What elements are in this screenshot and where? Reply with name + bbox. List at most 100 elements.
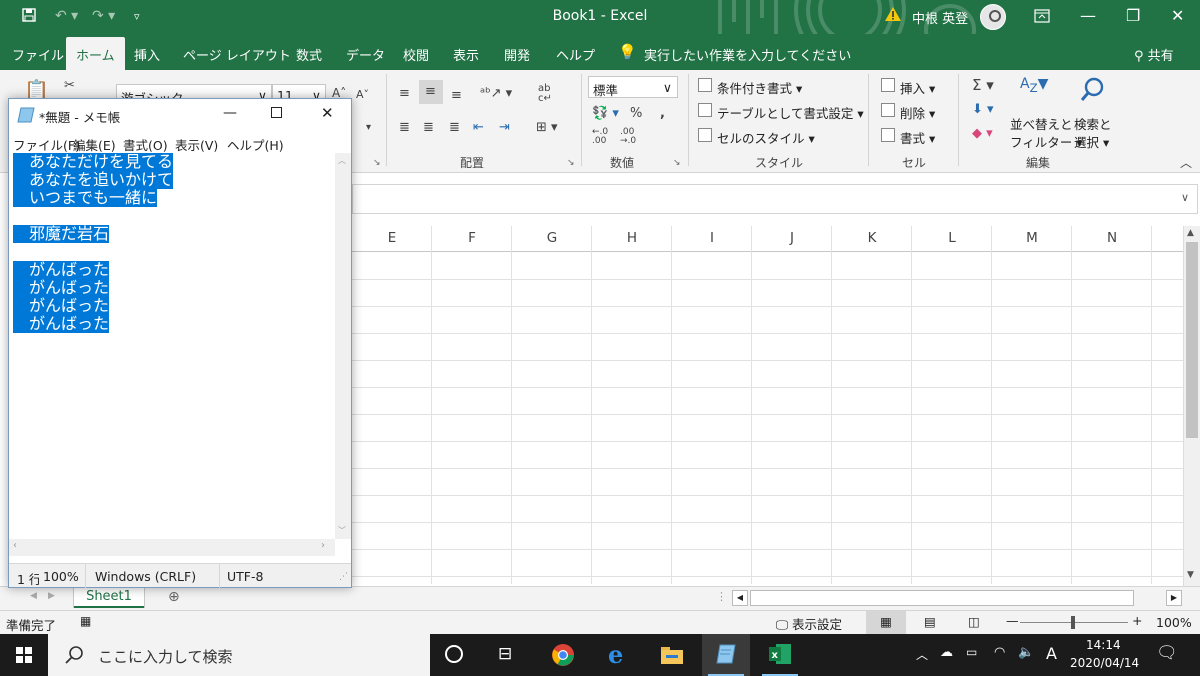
clock-time[interactable]: 14:14 (1086, 638, 1121, 652)
horizontal-scrollbar[interactable] (750, 590, 1134, 606)
sort-filter-label-1[interactable]: 並べ替えと (1010, 114, 1073, 133)
close-button[interactable]: ✕ (1171, 6, 1184, 25)
vertical-scrollbar[interactable]: ▲ ▼ (1183, 226, 1200, 586)
notepad-close-button[interactable]: ✕ (321, 104, 334, 122)
page-break-view-icon[interactable]: ◫ (968, 614, 980, 629)
tab-review[interactable]: 校閲 (403, 45, 429, 64)
hscroll-left-icon[interactable]: ◀ (732, 590, 748, 606)
sheet-nav-next-icon[interactable]: ▶ (48, 591, 55, 601)
tab-formulas[interactable]: 数式 (296, 45, 322, 64)
insert-cells-button[interactable]: 挿入 ▾ (900, 78, 935, 97)
increase-indent-icon[interactable]: ⇥ (499, 120, 510, 135)
scroll-up-icon[interactable]: ︿ (338, 155, 346, 166)
align-top-icon[interactable]: ≡ (399, 86, 410, 101)
cortana-button[interactable] (432, 634, 480, 676)
column-header-l[interactable]: L (912, 230, 992, 246)
font-color-dropdown-icon[interactable]: ▾ (366, 122, 371, 133)
menu-help[interactable]: ヘルプ(H) (227, 135, 284, 154)
formula-input[interactable]: ∨ (352, 184, 1198, 214)
decrease-indent-icon[interactable]: ⇤ (473, 120, 484, 135)
fill-icon[interactable]: ⬇ ▾ (972, 102, 994, 117)
explorer-button[interactable] (648, 634, 696, 676)
add-sheet-icon[interactable]: ⊕ (168, 589, 180, 605)
column-header-f[interactable]: F (432, 230, 512, 246)
find-select-label-1[interactable]: 検索と (1074, 114, 1112, 133)
scroll-down-icon[interactable]: ﹀ (338, 525, 346, 536)
start-button[interactable] (0, 634, 48, 676)
cut-icon[interactable]: ✂ (64, 78, 75, 93)
menu-view[interactable]: 表示(V) (175, 135, 218, 154)
zoom-out-icon[interactable]: — (1006, 613, 1019, 628)
zoom-level[interactable]: 100% (1156, 615, 1192, 630)
format-as-table-button[interactable]: テーブルとして書式設定 ▾ (717, 103, 864, 122)
notepad-vertical-scrollbar[interactable]: ︿ ﹀ (335, 153, 351, 539)
resize-grip-icon[interactable]: ⋰ (339, 572, 348, 582)
zoom-in-icon[interactable]: + (1132, 613, 1142, 628)
align-bottom-icon[interactable]: ≡ (451, 88, 462, 103)
scroll-right-icon[interactable]: › (321, 540, 325, 551)
align-right-icon[interactable]: ≣ (449, 120, 460, 135)
font-dialog-launcher-icon[interactable]: ↘ (373, 158, 381, 168)
onedrive-icon[interactable]: ☁ (940, 645, 953, 660)
hscroll-right-icon[interactable]: ▶ (1166, 590, 1182, 606)
notepad-taskbar-button[interactable] (702, 634, 750, 676)
sheet-nav-prev-icon[interactable]: ◀ (30, 591, 37, 601)
sheet-tab-sheet1[interactable]: Sheet1 (74, 586, 144, 608)
align-middle-button[interactable]: ≡ (419, 80, 443, 104)
orientation-icon[interactable]: ᵃᵇ↗ ▾ (480, 86, 512, 101)
notification-icon[interactable]: 🗨 (1156, 643, 1178, 663)
accounting-format-icon[interactable]: 💱 ▾ (592, 106, 619, 121)
find-select-button[interactable]: 選択 ▾ (1074, 132, 1109, 151)
ime-indicator[interactable]: A (1046, 644, 1057, 663)
warning-icon[interactable] (884, 6, 902, 26)
expand-formula-icon[interactable]: ∨ (1181, 191, 1189, 204)
align-left-icon[interactable]: ≣ (399, 120, 410, 135)
align-center-icon[interactable]: ≣ (423, 120, 434, 135)
task-view-button[interactable]: ⊟ (484, 634, 532, 676)
notepad-maximize-button[interactable] (271, 107, 282, 118)
column-header-i[interactable]: I (672, 230, 752, 246)
percent-icon[interactable]: % (630, 106, 642, 121)
clock-date[interactable]: 2020/04/14 (1070, 656, 1139, 670)
tab-view[interactable]: 表示 (453, 45, 479, 64)
conditional-format-button[interactable]: 条件付き書式 ▾ (717, 78, 802, 97)
comma-style-icon[interactable]: , (660, 106, 665, 121)
column-header-j[interactable]: J (752, 230, 832, 246)
tab-help[interactable]: ヘルプ (556, 45, 595, 64)
decrease-font-icon[interactable]: A˅ (356, 88, 369, 101)
column-header-g[interactable]: G (512, 230, 592, 246)
merge-center-icon[interactable]: ⊞ ▾ (536, 120, 558, 135)
tab-insert[interactable]: 挿入 (134, 45, 160, 64)
column-header-n[interactable]: N (1072, 230, 1152, 246)
show-hidden-icons[interactable]: ︿ (916, 646, 928, 663)
notepad-horizontal-scrollbar[interactable]: ‹ › (9, 539, 335, 556)
decrease-decimal-icon[interactable]: .00 →.0 (620, 128, 636, 146)
normal-view-icon[interactable]: ▦ (866, 611, 906, 634)
column-header-e[interactable]: E (352, 230, 432, 246)
increase-decimal-icon[interactable]: ←.0.00 (592, 128, 608, 146)
avatar[interactable] (980, 4, 1006, 30)
restore-button[interactable]: ❐ (1126, 6, 1140, 25)
minimize-button[interactable]: — (1080, 6, 1096, 25)
edge-button[interactable]: e (594, 634, 642, 676)
page-layout-view-icon[interactable]: ▤ (924, 614, 936, 629)
share-button[interactable]: ⚲ 共有 (1134, 45, 1174, 64)
scroll-thumb[interactable] (1186, 242, 1198, 438)
delete-cells-button[interactable]: 削除 ▾ (900, 103, 935, 122)
notepad-text-area[interactable]: あなただけを見てる あなたを追いかけて いつまでも一緒に 邪魔だ岩石 がんばった… (13, 153, 335, 539)
volume-icon[interactable]: 🔈 (1018, 645, 1034, 660)
macro-record-icon[interactable]: ▦ (80, 614, 91, 628)
ribbon-display-options-icon[interactable] (1034, 8, 1050, 27)
excel-taskbar-button[interactable]: x (756, 634, 804, 676)
scroll-left-icon[interactable]: ‹ (13, 540, 17, 551)
number-dialog-launcher-icon[interactable]: ↘ (673, 158, 681, 168)
column-header-h[interactable]: H (592, 230, 672, 246)
sort-filter-button[interactable]: フィルター ▾ (1010, 132, 1083, 151)
chrome-button[interactable] (540, 634, 588, 676)
collapse-ribbon-icon[interactable]: ︿ (1180, 154, 1192, 171)
notepad-minimize-button[interactable]: — (223, 105, 237, 121)
cell-styles-button[interactable]: セルのスタイル ▾ (717, 128, 815, 147)
tell-me-input[interactable]: 実行したい作業を入力してください (644, 45, 851, 64)
scroll-down-icon[interactable]: ▼ (1187, 570, 1194, 580)
menu-file[interactable]: ファイル(F) (13, 135, 80, 154)
